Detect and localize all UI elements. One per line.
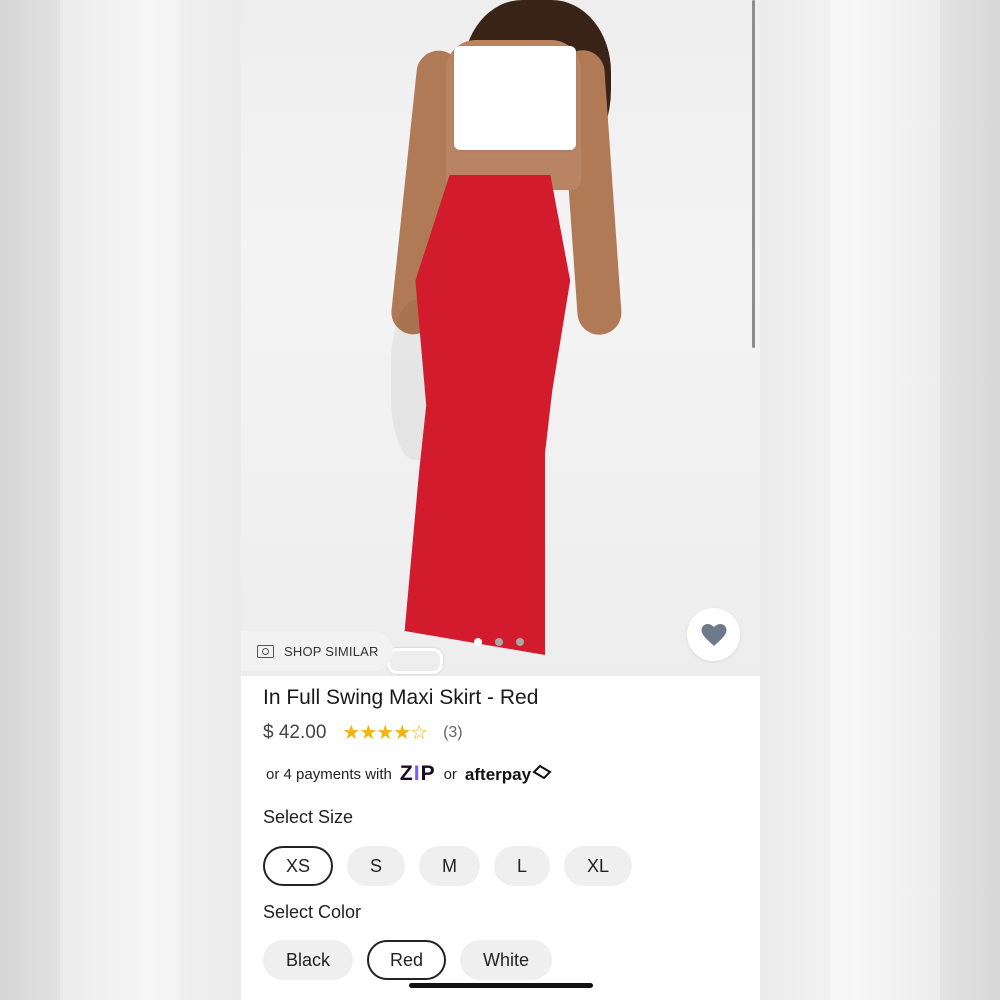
size-option[interactable]: S: [347, 846, 406, 886]
carousel-dot[interactable]: [516, 638, 524, 646]
afterpay-logo[interactable]: afterpay: [465, 764, 553, 785]
product-info: In Full Swing Maxi Skirt - Red $ 42.00 ★…: [263, 686, 743, 745]
payments-or: or: [443, 765, 457, 783]
carousel-dot[interactable]: [474, 638, 482, 646]
background-blur-left: [0, 0, 241, 1000]
size-option[interactable]: M: [419, 846, 481, 886]
size-option[interactable]: XL: [564, 846, 633, 886]
product-title: In Full Swing Maxi Skirt - Red: [263, 686, 539, 709]
payments-prefix: or 4 payments with: [266, 765, 392, 783]
price-rating-row: $ 42.00 ★★★★☆ (3): [263, 720, 743, 745]
model-shoe: [387, 648, 443, 674]
size-option[interactable]: L: [494, 846, 551, 886]
heart-icon: [701, 623, 726, 646]
select-color-label: Select Color: [263, 902, 362, 922]
afterpay-arrows-icon: [532, 764, 552, 779]
review-count[interactable]: (3): [443, 724, 463, 742]
color-options: Black Red White: [263, 940, 553, 980]
favorite-button[interactable]: [687, 608, 740, 661]
camera-scan-icon: [257, 644, 274, 658]
size-options: XS S M L XL: [263, 846, 633, 886]
scrollbar[interactable]: [752, 0, 755, 348]
background-blur-right: [760, 0, 1000, 1000]
color-option[interactable]: Black: [263, 940, 354, 980]
installment-payments[interactable]: or 4 payments with ZIP or afterpay: [266, 762, 553, 786]
product-image-carousel[interactable]: SHOP SIMILAR: [241, 0, 760, 676]
carousel-pagination: [474, 638, 524, 646]
background-ghost-image: [60, 0, 180, 1000]
carousel-dot[interactable]: [495, 638, 503, 646]
zip-logo[interactable]: ZIP: [400, 762, 436, 786]
select-size-label: Select Size: [263, 807, 354, 827]
background-ghost-image: [830, 0, 940, 1000]
rating-stars[interactable]: ★★★★☆: [342, 720, 428, 745]
shop-similar-button[interactable]: SHOP SIMILAR: [241, 631, 393, 671]
product-red-maxi-skirt: [404, 175, 571, 655]
model-white-crop-top: [454, 46, 576, 150]
shop-similar-label: SHOP SIMILAR: [284, 643, 379, 659]
product-page: SHOP SIMILAR In Full Swing Maxi Skirt - …: [241, 0, 760, 1000]
color-option[interactable]: Red: [367, 940, 447, 980]
home-indicator[interactable]: [409, 983, 593, 988]
size-option[interactable]: XS: [263, 846, 334, 886]
product-price: $ 42.00: [263, 721, 327, 743]
color-option[interactable]: White: [460, 940, 553, 980]
